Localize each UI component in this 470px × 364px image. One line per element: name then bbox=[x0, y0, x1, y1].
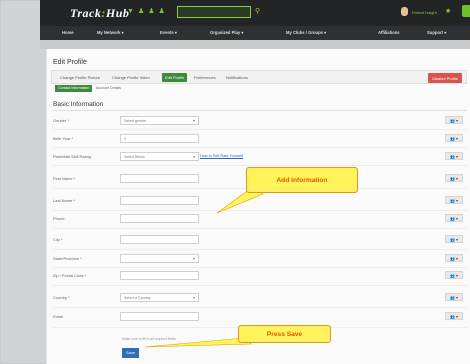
country-label: Country * bbox=[53, 295, 70, 300]
gender-select[interactable]: Select gender bbox=[120, 116, 199, 125]
row-divider bbox=[53, 228, 467, 229]
logo-word-hub: Hub bbox=[105, 6, 130, 20]
gender-label: Gender * bbox=[53, 118, 70, 123]
state-province-select[interactable] bbox=[120, 254, 199, 263]
main-nav: Home My Network ▾ Events ▾ Organized Pla… bbox=[40, 26, 470, 40]
country-select[interactable]: Select a Country bbox=[120, 293, 199, 302]
last-name-label: Last Name * bbox=[53, 198, 76, 203]
privacy-dropdown[interactable]: 👥 ▾ bbox=[445, 214, 463, 222]
star-icon[interactable]: ★ bbox=[445, 7, 451, 15]
form-subtabs: Contact Information Account Details bbox=[51, 84, 467, 93]
zip-input[interactable] bbox=[120, 271, 199, 280]
people-icon[interactable]: ♟ bbox=[159, 8, 165, 16]
phone-input[interactable] bbox=[120, 214, 199, 223]
birth-year-input[interactable]: 0 bbox=[120, 134, 199, 143]
search-input[interactable] bbox=[177, 6, 251, 18]
skill-rating-select[interactable]: Select Below bbox=[120, 152, 199, 161]
edit-profile-panel: Edit Profile Change Profile Picture Chan… bbox=[46, 49, 470, 364]
privacy-dropdown[interactable]: 👥 ▾ bbox=[445, 174, 463, 182]
tab-preferences[interactable]: Preferences bbox=[194, 75, 216, 80]
disable-profile-button[interactable]: Disable Profile bbox=[428, 73, 462, 83]
header-action-button[interactable] bbox=[462, 5, 470, 17]
subtab-account-details[interactable]: Account Details bbox=[96, 86, 121, 90]
email-label: Email bbox=[53, 314, 64, 319]
nav-item-clubs-groups[interactable]: My Clubs / Groups ▾ bbox=[286, 30, 326, 35]
row-divider bbox=[53, 210, 467, 211]
save-button[interactable]: Save bbox=[122, 348, 139, 358]
top-icon-group: ▼ ♟ ♟ ♟ bbox=[127, 8, 165, 16]
privacy-dropdown[interactable]: 👥 ▾ bbox=[445, 235, 463, 243]
people-icon[interactable]: ♟ bbox=[138, 8, 144, 16]
subtab-contact-information[interactable]: Contact Information bbox=[55, 85, 93, 92]
row-divider bbox=[53, 165, 467, 166]
top-header-bar: Track:Hub ▼ ♟ ♟ ♟ ⚲ Robert Haight ★ bbox=[40, 0, 470, 26]
last-name-input[interactable] bbox=[120, 196, 199, 205]
state-province-label: State/Province * bbox=[53, 256, 82, 261]
username-label[interactable]: Robert Haight bbox=[412, 10, 437, 15]
nav-item-my-network[interactable]: My Network ▾ bbox=[97, 30, 124, 35]
press-save-callout: Press Save bbox=[238, 325, 331, 343]
logo-word-track: Track bbox=[70, 6, 102, 20]
city-input[interactable] bbox=[120, 235, 199, 244]
trackhub-logo[interactable]: Track:Hub bbox=[70, 6, 129, 21]
row-divider bbox=[53, 147, 467, 148]
city-label: City * bbox=[53, 237, 63, 242]
row-divider bbox=[53, 307, 467, 308]
row-divider bbox=[53, 267, 467, 268]
nav-item-events[interactable]: Events ▾ bbox=[160, 30, 177, 35]
privacy-dropdown[interactable]: 👥 ▾ bbox=[445, 254, 463, 262]
row-divider bbox=[53, 285, 467, 286]
nav-item-home[interactable]: Home bbox=[62, 30, 74, 35]
privacy-dropdown[interactable]: 👥 ▾ bbox=[445, 116, 463, 124]
page-title: Edit Profile bbox=[53, 59, 87, 66]
first-name-label: First Name * bbox=[53, 176, 76, 181]
nav-item-affiliations[interactable]: Affiliations bbox=[378, 30, 400, 35]
privacy-dropdown[interactable]: 👥 ▾ bbox=[445, 293, 463, 301]
privacy-dropdown[interactable]: 👥 ▾ bbox=[445, 312, 463, 320]
nav-item-support[interactable]: Support ▾ bbox=[427, 30, 446, 35]
avatar[interactable] bbox=[401, 7, 408, 16]
header-divider-strip bbox=[40, 40, 470, 49]
tab-change-profile-picture[interactable]: Change Profile Picture bbox=[60, 75, 100, 80]
privacy-dropdown[interactable]: 👥 ▾ bbox=[445, 152, 463, 160]
zip-label: Zip / Postal Code * bbox=[53, 273, 87, 278]
first-name-input[interactable] bbox=[120, 174, 199, 183]
privacy-dropdown[interactable]: 👥 ▾ bbox=[445, 134, 463, 142]
profile-tabs: Change Profile Picture Change Profile Vi… bbox=[51, 70, 467, 84]
birth-year-label: Birth Year * bbox=[53, 136, 74, 141]
self-rate-help-link[interactable]: How to Self Rate Yourself bbox=[200, 154, 243, 158]
row-divider bbox=[53, 249, 467, 250]
privacy-dropdown[interactable]: 👥 ▾ bbox=[445, 271, 463, 279]
skill-rating-label: Pickleball Skill Rating bbox=[53, 154, 92, 159]
add-information-callout: Add Information bbox=[246, 167, 358, 193]
trophy-icon[interactable]: ▼ bbox=[127, 8, 134, 16]
search-icon[interactable]: ⚲ bbox=[255, 7, 260, 15]
tab-change-profile-video[interactable]: Change Profile Video bbox=[112, 75, 150, 80]
section-divider bbox=[53, 110, 467, 111]
email-input[interactable] bbox=[120, 312, 199, 321]
section-title: Basic Information bbox=[53, 101, 104, 108]
people-icon[interactable]: ♟ bbox=[148, 8, 154, 16]
required-fields-hint: Make sure to fill in all required fields bbox=[122, 337, 176, 341]
row-divider bbox=[53, 129, 467, 130]
nav-item-organized-play[interactable]: Organized Play ▾ bbox=[210, 30, 244, 35]
tab-edit-profile[interactable]: Edit Profile bbox=[162, 73, 188, 82]
phone-label: Phone bbox=[53, 216, 65, 221]
privacy-dropdown[interactable]: 👥 ▾ bbox=[445, 196, 463, 204]
tab-notifications[interactable]: Notifications bbox=[226, 75, 248, 80]
